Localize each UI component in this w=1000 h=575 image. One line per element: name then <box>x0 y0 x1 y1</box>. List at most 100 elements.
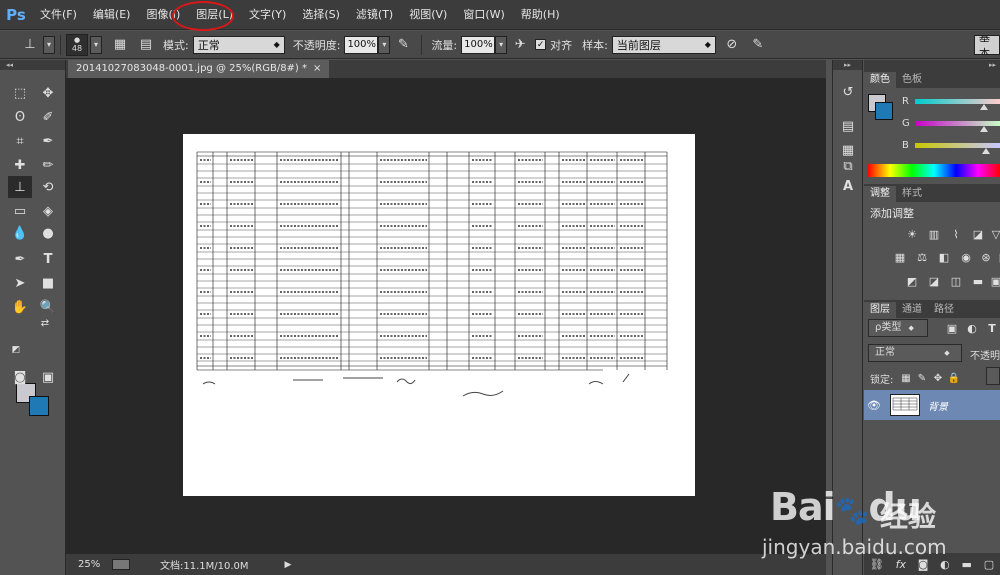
pen-tool-icon[interactable]: ✒ <box>8 248 32 270</box>
brush-panel-icon[interactable]: ▦ <box>110 35 130 55</box>
filter-adjustment-icon[interactable]: ◐ <box>964 320 980 336</box>
eraser-tool-icon[interactable]: ▭ <box>8 200 32 222</box>
brush-preset-picker[interactable]: ● 48 <box>66 33 88 56</box>
menu-window[interactable]: 窗口(W) <box>455 0 512 30</box>
type-tool-icon[interactable]: T <box>36 248 60 270</box>
filter-type-icon[interactable]: T <box>984 320 1000 336</box>
vibrance-icon[interactable]: ▽ <box>988 226 1000 242</box>
history-brush-tool-icon[interactable]: ⟲ <box>36 176 60 198</box>
tab-styles[interactable]: 样式 <box>896 186 928 202</box>
tools-panel-collapse[interactable]: ◂◂ <box>0 60 65 70</box>
swap-colors-icon[interactable]: ⇄ <box>38 316 52 330</box>
menu-type[interactable]: 文字(Y) <box>241 0 294 30</box>
screen-mode-icon[interactable]: ▣ <box>36 366 60 388</box>
zoom-level[interactable]: 25% <box>78 559 106 570</box>
history-panel-icon[interactable]: ↺ <box>838 82 858 102</box>
lock-transparent-icon[interactable]: ▦ <box>898 370 914 386</box>
workspace-button[interactable]: 基本 <box>974 35 1000 55</box>
paint-bucket-tool-icon[interactable]: ◈ <box>36 200 60 222</box>
new-group-icon[interactable]: ▬ <box>962 558 972 571</box>
status-menu-arrow-icon[interactable]: ▶ <box>285 560 292 570</box>
eyedropper-tool-icon[interactable]: ✒ <box>36 130 60 152</box>
menu-filter[interactable]: 滤镜(T) <box>348 0 401 30</box>
character-panel-icon[interactable]: A <box>838 176 858 196</box>
exposure-icon[interactable]: ◪ <box>970 226 986 242</box>
menu-select[interactable]: 选择(S) <box>294 0 348 30</box>
lock-all-icon[interactable]: 🔒 <box>946 370 962 386</box>
selective-color-icon[interactable]: ▣ <box>988 273 1000 289</box>
brightness-contrast-icon[interactable]: ☀ <box>904 226 920 242</box>
background-color-swatch[interactable] <box>29 396 49 416</box>
marquee-tool-icon[interactable]: ⬚ <box>8 82 32 104</box>
mode-select[interactable]: 正常 ◆ <box>192 35 285 54</box>
tab-paths[interactable]: 路径 <box>928 302 960 318</box>
layer-filter-select[interactable]: ρ类型 ◆ <box>868 319 928 337</box>
crop-tool-icon[interactable]: ⌗ <box>8 130 32 152</box>
menu-layer[interactable]: 图层(L) <box>188 0 241 30</box>
layer-style-fx-icon[interactable]: fx <box>896 558 906 571</box>
move-tool-icon[interactable]: ✥ <box>36 82 60 104</box>
tab-color[interactable]: 颜色 <box>864 72 896 88</box>
clone-stamp-tool-icon[interactable]: ⊥ <box>20 35 40 55</box>
hand-tool-icon[interactable]: ✋ <box>8 296 32 318</box>
channel-g-thumb[interactable] <box>980 126 988 132</box>
quick-mask-icon[interactable]: ◙ <box>8 366 32 388</box>
airbrush-icon[interactable]: ✈ <box>510 35 530 55</box>
fill-input[interactable] <box>986 367 1000 385</box>
layer-row-background[interactable]: 👁 背景 <box>864 390 1000 420</box>
channel-mixer-icon[interactable]: ⊛ <box>978 249 994 265</box>
quick-select-tool-icon[interactable]: ✐ <box>36 106 60 128</box>
dodge-tool-icon[interactable]: ● <box>36 222 60 244</box>
filter-pixel-icon[interactable]: ▣ <box>944 320 960 336</box>
ignore-adjustment-layers-icon[interactable]: ⊘ <box>722 35 742 55</box>
posterize-icon[interactable]: ◪ <box>926 273 942 289</box>
new-adjustment-icon[interactable]: ◐ <box>940 558 950 571</box>
flow-input[interactable]: 100% <box>461 35 496 54</box>
link-layers-icon[interactable]: ⛓ <box>870 558 884 571</box>
threshold-icon[interactable]: ◫ <box>948 273 964 289</box>
pressure-opacity-icon[interactable]: ✎ <box>393 35 413 55</box>
clone-source-panel-icon[interactable]: ▤ <box>136 35 156 55</box>
panels-collapse-bar[interactable]: ▸▸ <box>864 60 1000 70</box>
photo-filter-icon[interactable]: ◉ <box>958 249 974 265</box>
gradient-map-icon[interactable]: ▬ <box>970 273 986 289</box>
color-lookup-icon[interactable]: ▦ <box>996 249 1000 265</box>
aligned-checkbox[interactable]: ✓ <box>535 39 547 50</box>
blur-tool-icon[interactable]: 💧 <box>8 222 32 244</box>
brush-size-dropdown[interactable]: ▾ <box>90 35 102 54</box>
menu-view[interactable]: 视图(V) <box>401 0 455 30</box>
hue-saturation-icon[interactable]: ▦ <box>892 249 908 265</box>
document-image[interactable] <box>183 134 695 496</box>
sample-select[interactable]: 当前图层 ◆ <box>611 35 716 54</box>
path-select-tool-icon[interactable]: ➤ <box>8 272 32 294</box>
tab-swatches[interactable]: 色板 <box>896 72 928 88</box>
menu-file[interactable]: 文件(F) <box>32 0 85 30</box>
canvas-area[interactable] <box>66 78 826 554</box>
menu-edit[interactable]: 编辑(E) <box>85 0 139 30</box>
clone-source-panel-icon[interactable]: ⧉ <box>838 156 858 176</box>
visibility-eye-icon[interactable]: 👁 <box>864 399 884 412</box>
default-colors-icon[interactable]: ◩ <box>10 344 22 356</box>
menu-image[interactable]: 图像(I) <box>138 0 188 30</box>
opacity-input[interactable]: 100% <box>344 35 379 54</box>
lock-pixels-icon[interactable]: ✎ <box>914 370 930 386</box>
new-layer-icon[interactable]: ▢ <box>984 558 994 571</box>
actions-panel-icon[interactable]: ▤ <box>838 116 858 136</box>
flow-dropdown[interactable]: ▾ <box>495 35 508 54</box>
document-tab[interactable]: 20141027083048-0001.jpg @ 25%(RGB/8#) * × <box>68 60 330 78</box>
color-panel-background-swatch[interactable] <box>875 102 893 120</box>
close-icon[interactable]: × <box>313 63 321 74</box>
menu-help[interactable]: 帮助(H) <box>513 0 568 30</box>
healing-brush-tool-icon[interactable]: ✚ <box>8 154 32 176</box>
blend-mode-select[interactable]: 正常 ◆ <box>868 344 962 362</box>
add-mask-icon[interactable]: ◙ <box>918 558 929 571</box>
color-balance-icon[interactable]: ⚖ <box>914 249 930 265</box>
opacity-dropdown[interactable]: ▾ <box>378 35 391 54</box>
strip-collapse[interactable]: ▸▸ <box>833 60 862 70</box>
tab-layers[interactable]: 图层 <box>864 302 896 318</box>
clone-stamp-tool-icon[interactable]: ⊥ <box>8 176 32 198</box>
black-white-icon[interactable]: ◧ <box>936 249 952 265</box>
lock-position-icon[interactable]: ✥ <box>930 370 946 386</box>
tool-preset-dropdown[interactable]: ▾ <box>43 35 55 54</box>
curves-icon[interactable]: ⌇ <box>948 226 964 242</box>
